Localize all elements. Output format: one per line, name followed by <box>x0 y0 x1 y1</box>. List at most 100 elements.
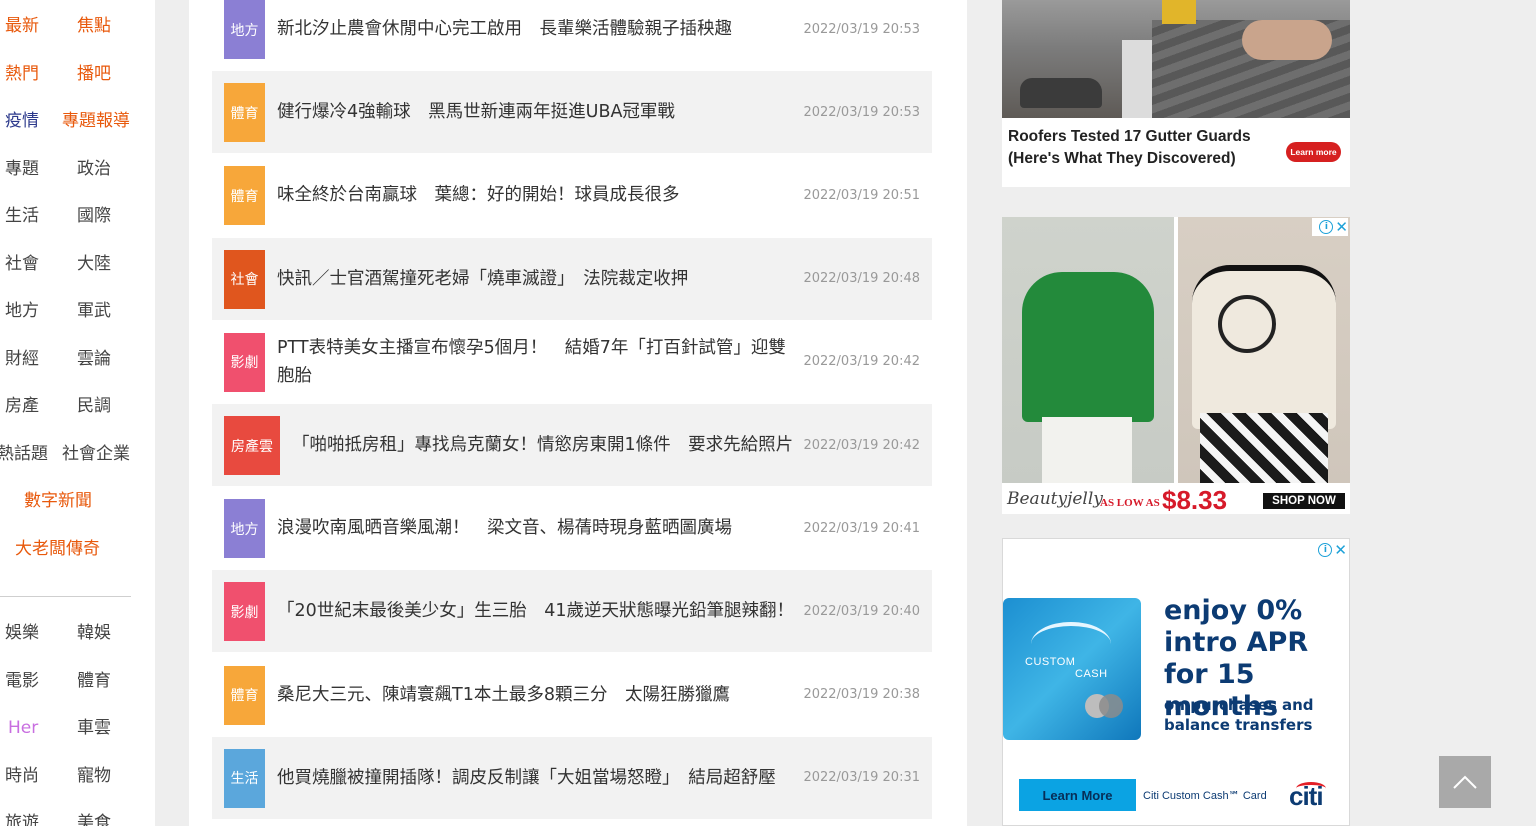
sidebar-item-bottom-5[interactable]: 車雲 <box>77 716 111 740</box>
ad-info-icon[interactable]: i <box>1318 543 1333 557</box>
ad-citi-card[interactable]: i ✕ CUSTOM CASH enjoy 0% intro APR for 1… <box>1002 538 1350 826</box>
news-item[interactable]: 體育 健行爆冷4強輸球 黑馬世新連兩年挺進UBA冠軍戰 2022/03/19 20:… <box>212 71 932 154</box>
news-headline[interactable]: 新北汐止農會休閒中心完工啟用 長輩樂活體驗親子插秧趣 <box>277 0 797 70</box>
news-timestamp: 2022/03/19 20:51 <box>803 187 920 203</box>
sidebar-special-0[interactable]: 數字新聞 <box>24 489 92 513</box>
back-to-top-button[interactable] <box>1439 756 1491 808</box>
news-headline[interactable]: PTT表特美女主播宣布懷孕5個月！ 結婚7年「打百針試管」迎雙胞胎 <box>277 321 797 403</box>
news-item[interactable]: 地方 浪漫吹南風晒音樂風潮！ 梁文音、楊蒨時現身藍晒圖廣場 2022/03/19 2… <box>212 487 932 569</box>
news-category-badge[interactable]: 房產雲 <box>224 416 280 475</box>
sidebar-item-bottom-1[interactable]: 韓娛 <box>77 621 111 645</box>
ad-citi-subtext: on purchases and balance transfers <box>1164 696 1314 734</box>
ad-credit-card-image: CUSTOM CASH <box>1003 598 1141 740</box>
ad-car <box>1020 78 1102 108</box>
news-item[interactable]: 體育 桑尼大三元、陳靖寰飆T1本土最多8顆三分 太陽狂勝獵鷹 2022/03/19 … <box>212 654 932 736</box>
news-category-badge[interactable]: 社會 <box>224 249 265 309</box>
news-timestamp: 2022/03/19 20:48 <box>803 271 920 287</box>
news-item[interactable]: 生活 他買燒臘被撞開插隊！調皮反制讓「大姐當場怒瞪」 結局超舒壓 2022/03/1… <box>212 736 932 819</box>
news-item[interactable]: 社會 快訊／士官酒駕撞死老婦「燒車滅證」 法院裁定收押 2022/03/19 20:… <box>212 237 932 320</box>
news-category-badge[interactable]: 地方 <box>224 0 265 59</box>
ad-fashion[interactable]: Beautyjelly AS LOW AS $8.33 SHOP NOW i ✕ <box>1002 217 1350 514</box>
news-item[interactable]: 影劇 「20世紀末最後美少女」生三胎 41歲逆天狀態曝光鉛筆腿辣翻！ 2022/03… <box>212 570 932 653</box>
sidebar-item-bottom-8[interactable]: 旅遊 <box>5 811 39 826</box>
news-category-badge[interactable]: 體育 <box>224 83 265 143</box>
citi-logo: citi <box>1289 781 1324 811</box>
news-item[interactable]: 地方 新北汐止農會休閒中心完工啟用 長輩樂活體驗親子插秧趣 2022/03/19 2… <box>212 0 932 70</box>
news-headline[interactable]: 「啪啪抵房租」專找烏克蘭女！情慾房東開1條件 要求先給照片 <box>292 404 797 486</box>
sidebar-item-3[interactable]: 播吧 <box>77 62 111 86</box>
news-category-badge[interactable]: 體育 <box>224 665 265 725</box>
ad-info-icon[interactable]: i <box>1319 220 1334 234</box>
sidebar-item-11[interactable]: 大陸 <box>77 252 111 276</box>
sidebar-item-bottom-0[interactable]: 娛樂 <box>5 621 39 645</box>
sidebar-item-16[interactable]: 房產 <box>5 394 39 418</box>
sidebar-item-7[interactable]: 政治 <box>77 157 111 181</box>
news-category-badge[interactable]: 生活 <box>224 748 265 808</box>
news-headline[interactable]: 快訊／士官酒駕撞死老婦「燒車滅證」 法院裁定收押 <box>277 238 797 320</box>
sidebar-item-9[interactable]: 國際 <box>77 204 111 228</box>
news-category-badge[interactable]: 體育 <box>224 166 265 226</box>
sidebar-item-6[interactable]: 專題 <box>5 157 39 181</box>
news-category-badge[interactable]: 地方 <box>224 499 265 559</box>
sidebar-item-5[interactable]: 專題報導 <box>62 109 130 133</box>
news-headline[interactable]: 他買燒臘被撞開插隊！調皮反制讓「大姐當場怒瞪」 結局超舒壓 <box>277 737 797 819</box>
ad-green-blouse <box>1022 272 1154 422</box>
ad-fashion-as-low-as: AS LOW AS <box>1100 497 1160 509</box>
sidebar-item-bottom-6[interactable]: 時尚 <box>5 764 39 788</box>
ad-camellia-print <box>1218 295 1276 353</box>
sidebar-item-19[interactable]: 社會企業 <box>62 442 130 466</box>
ad-gutter-guards[interactable]: Roofers Tested 17 Gutter Guards (Here's … <box>1002 0 1350 187</box>
ad-choices[interactable]: i ✕ <box>1311 541 1347 559</box>
news-item[interactable]: 體育 味全終於台南贏球 葉總：好的開始！球員成長很多 2022/03/19 20:5… <box>212 154 932 236</box>
news-item[interactable]: 影劇 PTT表特美女主播宣布懷孕5個月！ 結婚7年「打百針試管」迎雙胞胎 2022/… <box>212 321 932 403</box>
sidebar-item-18[interactable]: 熱話題 <box>0 442 48 466</box>
chevron-up-icon <box>1453 775 1477 789</box>
sidebar-item-bottom-4[interactable]: Her <box>8 716 38 740</box>
sidebar-item-13[interactable]: 軍武 <box>77 299 111 323</box>
ad-white-pants <box>1042 417 1132 483</box>
sidebar-item-1[interactable]: 焦點 <box>77 14 111 38</box>
sidebar-item-bottom-9[interactable]: 美食 <box>77 811 111 826</box>
sidebar-item-14[interactable]: 財經 <box>5 347 39 371</box>
news-headline[interactable]: 浪漫吹南風晒音樂風潮！ 梁文音、楊蒨時現身藍晒圖廣場 <box>277 487 797 569</box>
sidebar-item-2[interactable]: 熱門 <box>5 62 39 86</box>
ad-fashion-photo-left <box>1002 217 1174 483</box>
ad-choices[interactable]: i ✕ <box>1312 218 1348 236</box>
news-item[interactable]: 房產雲 「啪啪抵房租」專找烏克蘭女！情慾房東開1條件 要求先給照片 2022/03/… <box>212 404 932 486</box>
sidebar-item-12[interactable]: 地方 <box>5 299 39 323</box>
ad-close-icon[interactable]: ✕ <box>1334 543 1347 558</box>
news-timestamp: 2022/03/19 20:53 <box>803 104 920 120</box>
news-timestamp: 2022/03/19 20:42 <box>803 437 920 453</box>
ad-ladder <box>1162 0 1196 24</box>
news-timestamp: 2022/03/19 20:42 <box>803 354 920 370</box>
ad-citi-learn-more-button[interactable]: Learn More <box>1019 779 1136 811</box>
sidebar-item-bottom-2[interactable]: 電影 <box>5 669 39 693</box>
sidebar-item-0[interactable]: 最新 <box>5 14 39 38</box>
sidebar-item-bottom-3[interactable]: 體育 <box>77 669 111 693</box>
news-headline[interactable]: 「20世紀末最後美少女」生三胎 41歲逆天狀態曝光鉛筆腿辣翻！ <box>277 570 797 652</box>
news-headline[interactable]: 健行爆冷4強輸球 黑馬世新連兩年挺進UBA冠軍戰 <box>277 71 797 153</box>
ad-print-skirt <box>1200 413 1328 483</box>
news-category-badge[interactable]: 影劇 <box>224 582 265 642</box>
sidebar-item-8[interactable]: 生活 <box>5 204 39 228</box>
ad-gutter-caption[interactable]: Roofers Tested 17 Gutter Guards (Here's … <box>1008 126 1288 170</box>
ad-fashion-photo-right <box>1178 217 1350 483</box>
news-timestamp: 2022/03/19 20:41 <box>803 520 920 536</box>
sidebar-special-1[interactable]: 大老闆傳奇 <box>15 537 100 561</box>
ad-citi-card-name: Citi Custom Cash℠ Card <box>1143 790 1267 802</box>
sidebar-item-17[interactable]: 民調 <box>77 394 111 418</box>
ad-shop-now-button[interactable]: SHOP NOW <box>1263 493 1345 509</box>
ad-close-icon[interactable]: ✕ <box>1335 220 1348 235</box>
ad-gutter-learn-more-button[interactable]: Learn more <box>1286 142 1341 162</box>
sidebar-item-10[interactable]: 社會 <box>5 252 39 276</box>
sidebar-item-4[interactable]: 疫情 <box>5 109 39 133</box>
news-category-badge[interactable]: 影劇 <box>224 332 265 392</box>
news-timestamp: 2022/03/19 20:31 <box>803 770 920 786</box>
sidebar-item-15[interactable]: 雲論 <box>77 347 111 371</box>
ad-fashion-brand: Beautyjelly <box>1007 489 1103 509</box>
news-headline[interactable]: 桑尼大三元、陳靖寰飆T1本土最多8顆三分 太陽狂勝獵鷹 <box>277 654 797 736</box>
sidebar-item-bottom-7[interactable]: 寵物 <box>77 764 111 788</box>
ad-hand <box>1242 20 1332 60</box>
sidebar-divider <box>0 596 131 597</box>
news-headline[interactable]: 味全終於台南贏球 葉總：好的開始！球員成長很多 <box>277 154 797 236</box>
